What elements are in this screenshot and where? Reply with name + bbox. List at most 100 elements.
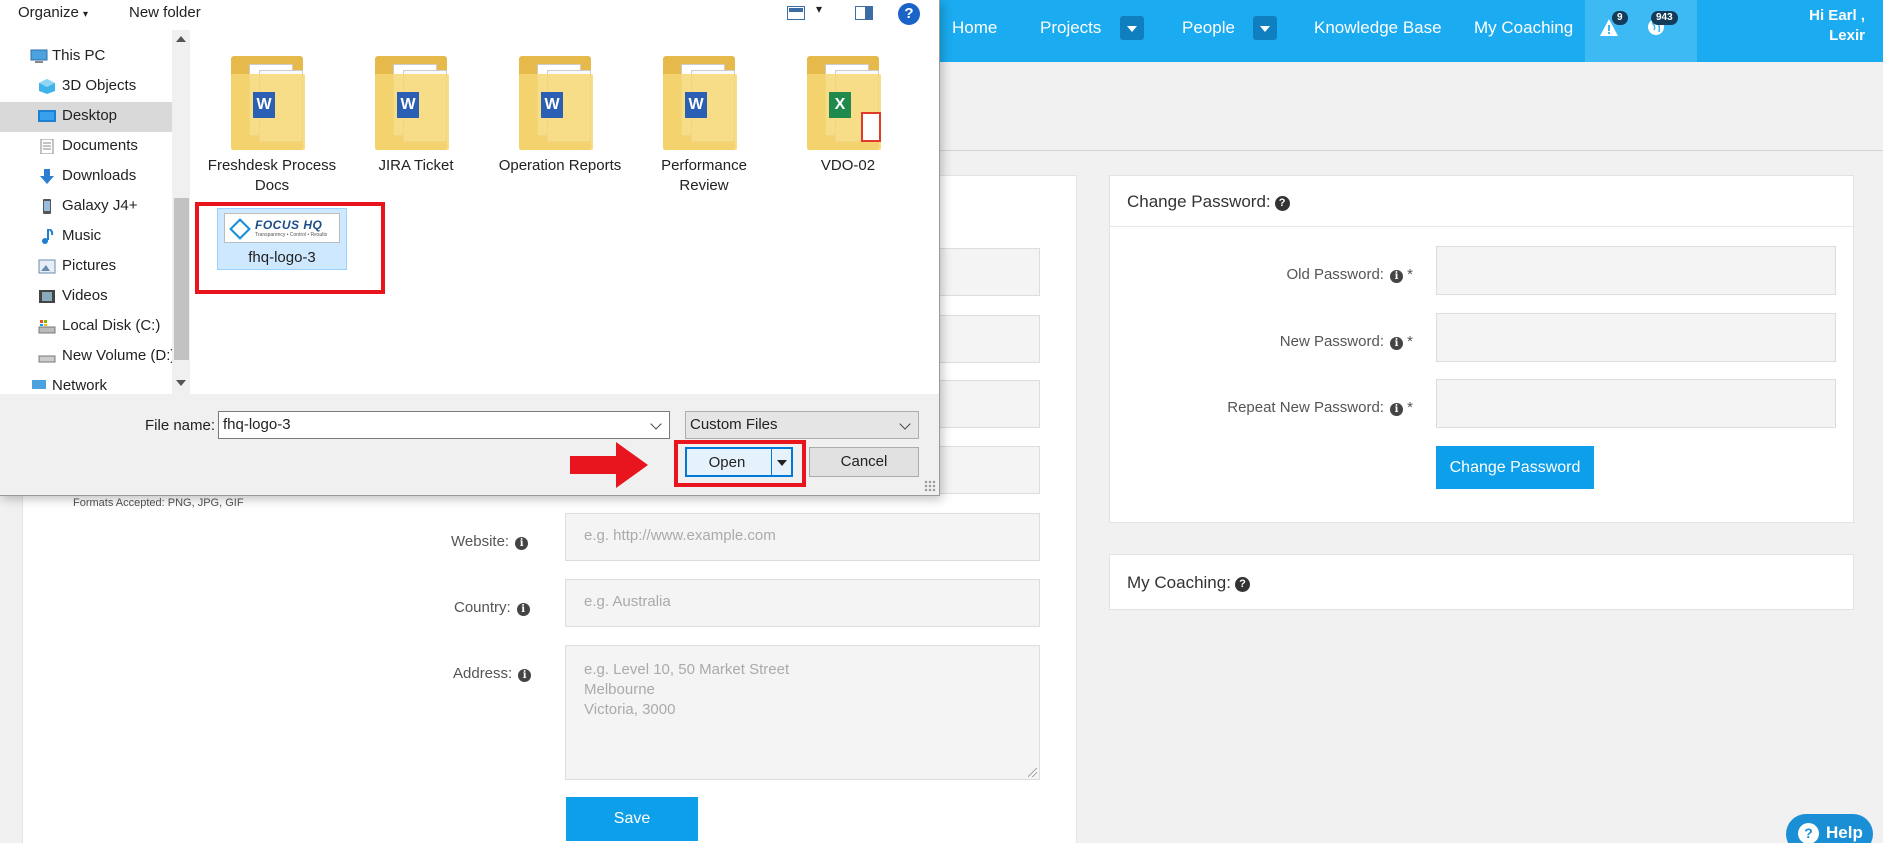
old-password-input[interactable] [1436, 246, 1836, 295]
people-dropdown-icon[interactable] [1253, 16, 1277, 40]
change-password-panel: Change Password:? Old Password: i * New P… [1109, 175, 1854, 523]
my-coaching-panel: My Coaching:? [1109, 554, 1854, 610]
website-input[interactable]: e.g. http://www.example.com [565, 513, 1040, 561]
tree-label: Local Disk (C:) [62, 317, 161, 334]
cancel-button[interactable]: Cancel [809, 447, 919, 477]
tree-item-desktop[interactable]: Desktop [0, 102, 172, 132]
new-folder-button[interactable]: New folder [129, 4, 201, 21]
help-button[interactable]: ? Help [1786, 814, 1873, 843]
nav-people[interactable]: People [1182, 0, 1235, 62]
country-label: Country: i [454, 599, 530, 616]
info-icon: i [1389, 270, 1403, 283]
tree-item-downloads[interactable]: Downloads [0, 162, 172, 192]
file-item-operation-reports[interactable]: W Operation Reports [493, 30, 627, 176]
tree-label: 3D Objects [62, 77, 137, 94]
file-name-input[interactable]: fhq-logo-3 [218, 411, 670, 439]
repeat-password-label-text: Repeat New Password: [1227, 399, 1384, 416]
resize-handle-icon[interactable] [1028, 768, 1037, 777]
tree-item-pictures[interactable]: Pictures [0, 252, 172, 282]
country-input[interactable]: e.g. Australia [565, 579, 1040, 627]
dialog-help-icon[interactable]: ? [898, 3, 920, 25]
tree-label: Videos [62, 287, 108, 304]
tree-item-music[interactable]: Music [0, 222, 172, 252]
greeting-line: Hi Earl , [1809, 7, 1865, 24]
tree-item-local-disk[interactable]: Local Disk (C:) [0, 312, 172, 342]
projects-dropdown-icon[interactable] [1120, 16, 1144, 40]
tree-item-new-volume[interactable]: New Volume (D:) [0, 342, 172, 372]
nav-my-coaching[interactable]: My Coaching [1474, 0, 1573, 62]
tree-scrollbar[interactable] [172, 30, 190, 394]
new-password-input[interactable] [1436, 313, 1836, 362]
help-circle-icon[interactable]: ? [1274, 196, 1290, 211]
required-mark: * [1407, 266, 1413, 283]
highlight-open-button [674, 440, 806, 487]
tree-item-this-pc[interactable]: This PC [0, 42, 172, 72]
dialog-toolbar: Organize ▾ New folder ▾ ? [0, 0, 939, 30]
computer-icon [30, 49, 48, 63]
file-type-select[interactable]: Custom Files [685, 411, 919, 439]
nav-icon-group: 9 943 [1585, 0, 1697, 62]
repeat-password-input[interactable] [1436, 379, 1836, 428]
tree-label: Downloads [62, 167, 137, 184]
network-icon [32, 380, 46, 389]
cube-icon [39, 79, 55, 94]
scroll-down-icon[interactable] [176, 380, 186, 386]
nav-knowledge-base[interactable]: Knowledge Base [1314, 0, 1442, 62]
tree-label: Galaxy J4+ [62, 197, 138, 214]
organize-label: Organize [18, 4, 79, 21]
view-options-icon[interactable] [787, 6, 805, 20]
scroll-thumb[interactable] [174, 198, 189, 360]
address-placeholder: e.g. Level 10, 50 Market Street Melbourn… [584, 661, 790, 718]
info-icon: i [1389, 403, 1403, 416]
file-name-value: fhq-logo-3 [223, 416, 291, 433]
tree-label: Documents [62, 137, 138, 154]
download-icon [40, 169, 54, 184]
alerts-badge: 9 [1612, 11, 1628, 25]
tree-item-videos[interactable]: Videos [0, 282, 172, 312]
tree-item-galaxy[interactable]: Galaxy J4+ [0, 192, 172, 222]
file-name-label: JIRA Ticket [378, 157, 454, 174]
file-item-vdo-02[interactable]: X VDO-02 [781, 30, 915, 176]
old-password-label-text: Old Password: [1286, 266, 1384, 283]
preview-pane-icon[interactable] [855, 6, 873, 20]
change-password-header: Change Password:? [1110, 176, 1853, 227]
tree-label: Pictures [62, 257, 117, 274]
user-greeting[interactable]: Hi Earl , Lexir [1809, 6, 1865, 46]
view-dropdown-icon[interactable]: ▾ [816, 2, 822, 16]
disk-icon [38, 320, 56, 334]
change-password-title: Change Password:? [1127, 192, 1290, 212]
address-textarea[interactable]: e.g. Level 10, 50 Market Street Melbourn… [565, 645, 1040, 780]
file-item-freshdesk[interactable]: W Freshdesk Process Docs [205, 30, 339, 196]
nav-home[interactable]: Home [952, 0, 997, 62]
save-button[interactable]: Save [566, 797, 698, 841]
music-icon [42, 229, 54, 244]
chevron-down-icon [899, 418, 911, 430]
tree-item-3d-objects[interactable]: 3D Objects [0, 72, 172, 102]
help-circle-icon[interactable]: ? [1234, 577, 1250, 592]
file-item-performance-review[interactable]: W Performance Review [637, 30, 771, 196]
info-icon: i [516, 603, 530, 616]
nav-projects[interactable]: Projects [1040, 0, 1101, 62]
tree-label: This PC [52, 47, 106, 64]
my-coaching-title-text: My Coaching: [1127, 573, 1231, 592]
website-label-text: Website: [451, 533, 510, 550]
tree-item-documents[interactable]: Documents [0, 132, 172, 162]
old-password-label: Old Password: i * [1286, 266, 1413, 283]
phone-icon [43, 199, 51, 214]
address-label-text: Address: [453, 665, 513, 682]
file-item-jira[interactable]: W JIRA Ticket [349, 30, 483, 176]
pictures-icon [38, 259, 56, 274]
red-arrow-icon [570, 442, 648, 488]
info-icon: i [1389, 337, 1403, 350]
my-coaching-title: My Coaching:? [1127, 573, 1250, 593]
file-name-label: Freshdesk Process Docs [207, 157, 337, 194]
organize-menu[interactable]: Organize ▾ [18, 4, 88, 21]
tree-item-network[interactable]: Network [0, 372, 172, 394]
change-password-button[interactable]: Change Password [1436, 446, 1594, 489]
scroll-up-icon[interactable] [176, 36, 186, 42]
required-mark: * [1407, 333, 1413, 350]
file-name-label: VDO-02 [820, 157, 876, 174]
file-name-label: File name: [145, 417, 216, 434]
dialog-resize-grip-icon[interactable] [924, 480, 936, 492]
chevron-down-icon[interactable] [650, 418, 662, 430]
